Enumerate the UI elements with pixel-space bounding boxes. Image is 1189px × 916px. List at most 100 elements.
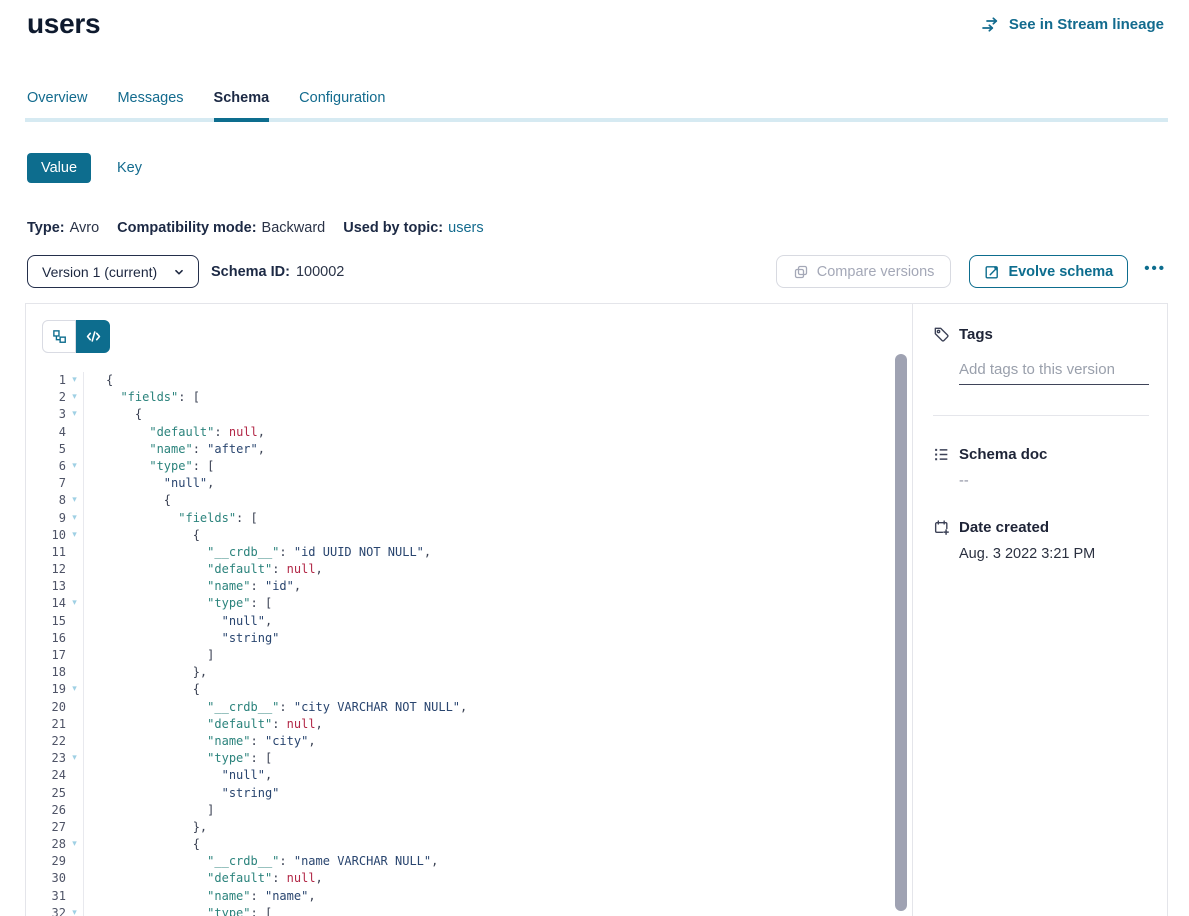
fold-toggle-icon[interactable]: ▾: [66, 527, 83, 544]
fold-toggle-icon: [66, 424, 83, 441]
code-text: {: [83, 681, 888, 698]
code-line: 7 "null",: [26, 475, 888, 492]
code-line: 8▾ {: [26, 492, 888, 509]
code-text: {: [83, 836, 888, 853]
code-text: "default": null,: [83, 870, 888, 887]
schema-id-value: 100002: [296, 264, 344, 280]
fold-toggle-icon[interactable]: ▾: [66, 510, 83, 527]
topic-link[interactable]: users: [448, 220, 483, 236]
fold-toggle-icon: [66, 630, 83, 647]
key-toggle-button[interactable]: Key: [117, 160, 142, 176]
line-number: 14: [26, 595, 66, 612]
used-by-topic-label: Used by topic:: [343, 220, 443, 236]
fold-toggle-icon[interactable]: ▾: [66, 389, 83, 406]
schema-doc-heading: Schema doc: [933, 446, 1149, 463]
tab-underline-track: [25, 118, 1168, 122]
line-number: 32: [26, 905, 66, 916]
chevron-down-icon: [172, 265, 186, 279]
line-number: 23: [26, 750, 66, 767]
code-text: "name": "city",: [83, 733, 888, 750]
code-line: 27 },: [26, 819, 888, 836]
page-title: users: [27, 8, 100, 40]
fold-toggle-icon: [66, 544, 83, 561]
code-text: "__crdb__": "id UUID NOT NULL",: [83, 544, 888, 561]
code-text: "string": [83, 630, 888, 647]
page-header: users See in Stream lineage: [27, 8, 1164, 40]
tree-view-button[interactable]: [42, 320, 76, 353]
fold-toggle-icon[interactable]: ▾: [66, 406, 83, 423]
compare-versions-button[interactable]: Compare versions: [776, 255, 952, 288]
code-line: 11 "__crdb__": "id UUID NOT NULL",: [26, 544, 888, 561]
code-text: "name": "after",: [83, 441, 888, 458]
code-text: ]: [83, 802, 888, 819]
compatibility-label: Compatibility mode:: [117, 220, 256, 236]
code-text: },: [83, 819, 888, 836]
code-view-button[interactable]: [76, 320, 110, 353]
version-toolbar: Version 1 (current) Schema ID: 100002 Co…: [27, 255, 1168, 288]
value-toggle-button[interactable]: Value: [27, 153, 91, 183]
fold-toggle-icon[interactable]: ▾: [66, 372, 83, 389]
version-select[interactable]: Version 1 (current): [27, 255, 199, 288]
line-number: 31: [26, 888, 66, 905]
code-line: 6▾ "type": [: [26, 458, 888, 475]
fold-toggle-icon: [66, 888, 83, 905]
fold-toggle-icon[interactable]: ▾: [66, 458, 83, 475]
fold-toggle-icon: [66, 578, 83, 595]
fold-toggle-icon[interactable]: ▾: [66, 492, 83, 509]
code-line: 24 "null",: [26, 767, 888, 784]
fold-toggle-icon: [66, 819, 83, 836]
date-created-section: Date created Aug. 3 2022 3:21 PM: [933, 519, 1149, 562]
fold-toggle-icon: [66, 664, 83, 681]
sidebar-divider: [933, 415, 1149, 416]
line-number: 4: [26, 424, 66, 441]
line-number: 26: [26, 802, 66, 819]
code-line: 23▾ "type": [: [26, 750, 888, 767]
code-text: "default": null,: [83, 424, 888, 441]
evolve-schema-button[interactable]: Evolve schema: [969, 255, 1128, 288]
value-key-toggle: Value Key: [27, 153, 142, 183]
fold-toggle-icon[interactable]: ▾: [66, 595, 83, 612]
code-line: 1▾{: [26, 372, 888, 389]
line-number: 5: [26, 441, 66, 458]
code-line: 20 "__crdb__": "city VARCHAR NOT NULL",: [26, 699, 888, 716]
tab-schema[interactable]: Schema: [214, 90, 270, 124]
fold-toggle-icon[interactable]: ▾: [66, 681, 83, 698]
line-number: 27: [26, 819, 66, 836]
line-number: 3: [26, 406, 66, 423]
code-text: "fields": [: [83, 389, 888, 406]
see-in-stream-lineage-link[interactable]: See in Stream lineage: [982, 16, 1164, 33]
code-text: "__crdb__": "name VARCHAR NULL",: [83, 853, 888, 870]
fold-toggle-icon[interactable]: ▾: [66, 905, 83, 916]
more-actions-button[interactable]: •••: [1142, 261, 1168, 282]
line-number: 16: [26, 630, 66, 647]
code-line: 17 ]: [26, 647, 888, 664]
line-number: 9: [26, 510, 66, 527]
line-number: 2: [26, 389, 66, 406]
fold-toggle-icon: [66, 613, 83, 630]
code-text: "null",: [83, 767, 888, 784]
type-label: Type:: [27, 220, 65, 236]
code-lines[interactable]: 1▾{2▾ "fields": [3▾ {4 "default": null,5…: [26, 372, 888, 916]
code-text: "name": "id",: [83, 578, 888, 595]
add-tags-input[interactable]: [959, 359, 1149, 385]
fold-toggle-icon[interactable]: ▾: [66, 836, 83, 853]
edit-schema-icon: [984, 264, 1000, 280]
code-text: "type": [: [83, 595, 888, 612]
code-text: {: [83, 492, 888, 509]
vertical-scrollbar[interactable]: [895, 354, 907, 911]
fold-toggle-icon[interactable]: ▾: [66, 750, 83, 767]
version-select-value: Version 1 (current): [42, 264, 157, 280]
line-number: 30: [26, 870, 66, 887]
code-text: "type": [: [83, 750, 888, 767]
compatibility-pair: Compatibility mode: Backward: [117, 220, 325, 236]
date-created-value: Aug. 3 2022 3:21 PM: [959, 546, 1149, 562]
code-line: 4 "default": null,: [26, 424, 888, 441]
line-number: 7: [26, 475, 66, 492]
line-number: 17: [26, 647, 66, 664]
line-number: 20: [26, 699, 66, 716]
line-number: 19: [26, 681, 66, 698]
schema-meta-row: Type: Avro Compatibility mode: Backward …: [27, 220, 484, 236]
tags-title: Tags: [959, 326, 993, 343]
fold-toggle-icon: [66, 767, 83, 784]
code-text: ]: [83, 647, 888, 664]
